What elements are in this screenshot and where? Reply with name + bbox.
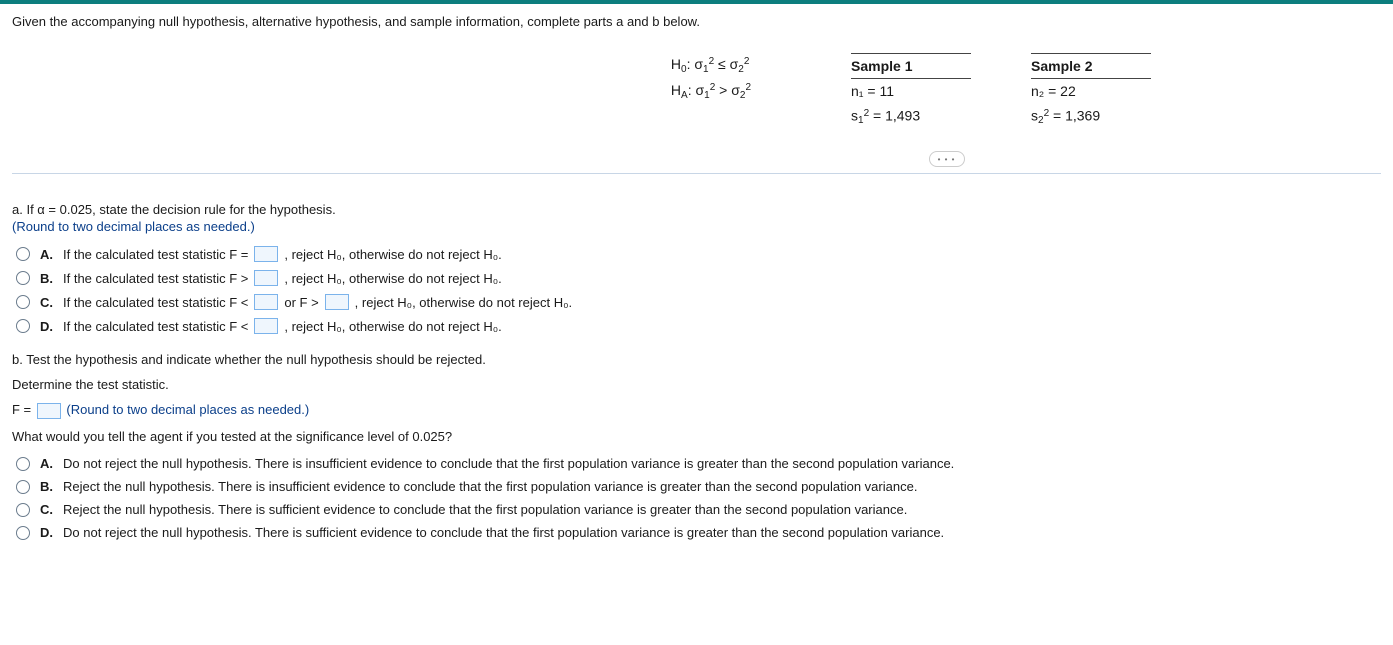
sample-1-s2: s12 = 1,493 (851, 103, 971, 131)
b-option-a-text: Do not reject the null hypothesis. There… (63, 456, 954, 471)
content: Given the accompanying null hypothesis, … (0, 4, 1393, 562)
part-a-prompt: a. If α = 0.025, state the decision rule… (12, 202, 1381, 217)
hypotheses-and-data: H0: σ12 ≤ σ22 HA: σ12 > σ22 Sample 1 n₁ … (12, 53, 1381, 131)
label-c: C. (40, 295, 53, 310)
option-c-row: C. If the calculated test statistic F < … (16, 294, 1377, 310)
b-radio-a[interactable] (16, 457, 30, 471)
option-d-post: , reject H₀, otherwise do not reject H₀. (284, 319, 501, 334)
intro-text: Given the accompanying null hypothesis, … (12, 14, 1381, 29)
part-b: b. Test the hypothesis and indicate whet… (12, 352, 1381, 540)
test-stat-row: F = (Round to two decimal places as need… (12, 402, 1381, 419)
more-button[interactable]: • • • (929, 151, 965, 167)
part-a-note: (Round to two decimal places as needed.) (12, 219, 1381, 234)
b-label-c: C. (40, 502, 53, 517)
sample-1-header: Sample 1 (851, 53, 971, 79)
radio-a[interactable] (16, 247, 30, 261)
part-b-options: A. Do not reject the null hypothesis. Th… (16, 456, 1377, 540)
radio-d[interactable] (16, 319, 30, 333)
label-d: D. (40, 319, 53, 334)
option-a-pre: If the calculated test statistic F = (63, 247, 248, 262)
sample-2-s2: s22 = 1,369 (1031, 103, 1151, 131)
hypotheses: H0: σ12 ≤ σ22 HA: σ12 > σ22 (671, 53, 751, 131)
h0-line: H0: σ12 ≤ σ22 (671, 53, 751, 79)
b-option-c-row: C. Reject the null hypothesis. There is … (16, 502, 1377, 517)
sample-2-header: Sample 2 (1031, 53, 1151, 79)
b-label-d: D. (40, 525, 53, 540)
b-option-d-text: Do not reject the null hypothesis. There… (63, 525, 944, 540)
ha-line: HA: σ12 > σ22 (671, 79, 751, 105)
b-radio-d[interactable] (16, 526, 30, 540)
ellipsis-row: • • • (12, 151, 1381, 167)
label-b: B. (40, 271, 53, 286)
option-b-row: B. If the calculated test statistic F > … (16, 270, 1377, 286)
b-option-b-text: Reject the null hypothesis. There is ins… (63, 479, 917, 494)
option-a-row: A. If the calculated test statistic F = … (16, 246, 1377, 262)
part-a: a. If α = 0.025, state the decision rule… (12, 202, 1381, 334)
option-c-mid: or F > (284, 295, 318, 310)
option-d-row: D. If the calculated test statistic F < … (16, 318, 1377, 334)
radio-c[interactable] (16, 295, 30, 309)
input-c2[interactable] (325, 294, 349, 310)
input-c1[interactable] (254, 294, 278, 310)
input-b[interactable] (254, 270, 278, 286)
radio-b[interactable] (16, 271, 30, 285)
part-b-determine: Determine the test statistic. (12, 377, 1381, 392)
option-b-pre: If the calculated test statistic F > (63, 271, 248, 286)
input-d[interactable] (254, 318, 278, 334)
part-b-question: What would you tell the agent if you tes… (12, 429, 1381, 444)
b-label-b: B. (40, 479, 53, 494)
b-label-a: A. (40, 456, 53, 471)
part-b-prompt: b. Test the hypothesis and indicate whet… (12, 352, 1381, 367)
b-option-c-text: Reject the null hypothesis. There is suf… (63, 502, 907, 517)
sample-2-n: n₂ = 22 (1031, 79, 1151, 103)
option-c-post: , reject H₀, otherwise do not reject H₀. (355, 295, 572, 310)
part-a-options: A. If the calculated test statistic F = … (16, 246, 1377, 334)
feq: F = (12, 402, 31, 417)
sample-2-table: Sample 2 n₂ = 22 s22 = 1,369 (1031, 53, 1151, 131)
divider (12, 173, 1381, 174)
b-option-a-row: A. Do not reject the null hypothesis. Th… (16, 456, 1377, 471)
option-a-post: , reject H₀, otherwise do not reject H₀. (284, 247, 501, 262)
input-a[interactable] (254, 246, 278, 262)
sample-tables: Sample 1 n₁ = 11 s12 = 1,493 Sample 2 n₂… (851, 53, 1151, 131)
sample-1-table: Sample 1 n₁ = 11 s12 = 1,493 (851, 53, 971, 131)
sample-1-n: n₁ = 11 (851, 79, 971, 103)
option-c-pre: If the calculated test statistic F < (63, 295, 248, 310)
b-option-d-row: D. Do not reject the null hypothesis. Th… (16, 525, 1377, 540)
label-a: A. (40, 247, 53, 262)
option-d-pre: If the calculated test statistic F < (63, 319, 248, 334)
b-radio-c[interactable] (16, 503, 30, 517)
part-b-note: (Round to two decimal places as needed.) (66, 402, 309, 417)
b-radio-b[interactable] (16, 480, 30, 494)
option-b-post: , reject H₀, otherwise do not reject H₀. (284, 271, 501, 286)
input-f[interactable] (37, 403, 61, 419)
b-option-b-row: B. Reject the null hypothesis. There is … (16, 479, 1377, 494)
